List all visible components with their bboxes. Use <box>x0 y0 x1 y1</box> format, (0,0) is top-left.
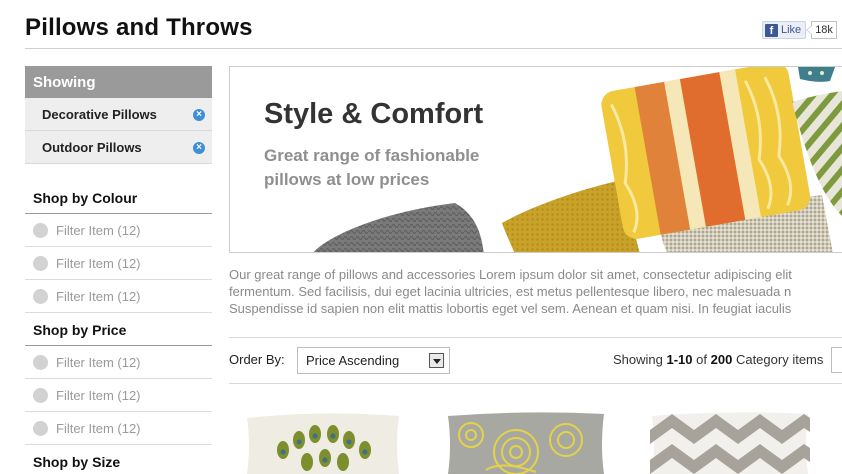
filter-item-label: Filter Item (12) <box>56 223 141 238</box>
pagination-control[interactable] <box>831 347 842 373</box>
results-suffix: Category items <box>735 352 824 367</box>
promo-banner[interactable]: Style & Comfort Great range of fashionab… <box>229 66 842 253</box>
filter-item-colour[interactable]: Filter Item (12) <box>25 247 212 280</box>
radio-icon[interactable] <box>33 388 48 403</box>
toolbar-divider-top <box>229 337 842 338</box>
facebook-like-button[interactable]: f Like <box>762 21 807 39</box>
filter-item-colour[interactable]: Filter Item (12) <box>25 280 212 313</box>
order-by-value: Price Ascending <box>306 353 400 368</box>
active-filter-label: Outdoor Pillows <box>42 140 142 155</box>
results-range: 1-10 <box>666 352 693 367</box>
description-line: Suspendisse id sapien non elit mattis lo… <box>229 301 792 316</box>
description-line: fermentum. Sed facilisis, dui eget lacin… <box>229 284 792 299</box>
filter-item-colour[interactable]: Filter Item (12) <box>25 214 212 247</box>
product-image[interactable] <box>243 410 403 474</box>
facebook-like-label: Like <box>781 24 802 36</box>
product-image[interactable] <box>446 410 606 474</box>
bubble-nub <box>806 26 813 34</box>
remove-filter-icon[interactable]: × <box>193 109 205 121</box>
filter-item-label: Filter Item (12) <box>56 421 141 436</box>
filter-item-label: Filter Item (12) <box>56 256 141 271</box>
radio-icon[interactable] <box>33 223 48 238</box>
section-title-size: Shop by Size <box>33 454 121 470</box>
filter-item-label: Filter Item (12) <box>56 355 141 370</box>
product-card-peacock[interactable] <box>243 410 403 474</box>
facebook-like-count: 18k <box>811 21 837 39</box>
title-divider <box>25 48 842 49</box>
toolbar-divider-bottom <box>229 383 842 384</box>
category-description: Our great range of pillows and accessori… <box>229 266 842 317</box>
product-card-grey-chevron[interactable] <box>650 410 810 474</box>
filter-sidebar: Showing Decorative Pillows × Outdoor Pil… <box>25 66 212 474</box>
order-by-select[interactable]: Price Ascending <box>297 347 450 374</box>
banner-title: Style & Comfort <box>264 98 484 130</box>
filter-item-label: Filter Item (12) <box>56 388 141 403</box>
product-card-yellow-floral[interactable] <box>446 410 606 474</box>
results-count: Showing 1-10 of 200 Category items <box>613 352 823 367</box>
facebook-icon: f <box>765 23 778 37</box>
filter-item-price[interactable]: Filter Item (12) <box>25 379 212 412</box>
dropdown-arrow-icon[interactable] <box>429 353 444 368</box>
section-title-price: Shop by Price <box>25 313 212 346</box>
results-prefix: Showing <box>613 352 663 367</box>
radio-icon[interactable] <box>33 421 48 436</box>
section-title-colour: Shop by Colour <box>25 181 212 214</box>
facebook-like-count-bubble: 18k <box>806 21 837 39</box>
description-line: Our great range of pillows and accessori… <box>229 267 792 282</box>
product-image[interactable] <box>650 410 810 474</box>
radio-icon[interactable] <box>33 256 48 271</box>
results-of: of <box>696 352 707 367</box>
filter-item-price[interactable]: Filter Item (12) <box>25 346 212 379</box>
results-total: 200 <box>710 352 733 367</box>
filter-item-price[interactable]: Filter Item (12) <box>25 412 212 445</box>
radio-icon[interactable] <box>33 289 48 304</box>
banner-subtitle: Great range of fashionable pillows at lo… <box>264 146 480 189</box>
radio-icon[interactable] <box>33 355 48 370</box>
active-filter-decorative-pillows[interactable]: Decorative Pillows × <box>25 98 212 131</box>
order-by-label: Order By: <box>229 352 285 367</box>
remove-filter-icon[interactable]: × <box>193 142 205 154</box>
active-filter-outdoor-pillows[interactable]: Outdoor Pillows × <box>25 131 212 164</box>
filter-item-label: Filter Item (12) <box>56 289 141 304</box>
page-title: Pillows and Throws <box>25 14 253 41</box>
facebook-like-widget[interactable]: f Like 18k <box>762 21 837 39</box>
active-filter-label: Decorative Pillows <box>42 107 157 122</box>
showing-header: Showing <box>25 66 212 98</box>
